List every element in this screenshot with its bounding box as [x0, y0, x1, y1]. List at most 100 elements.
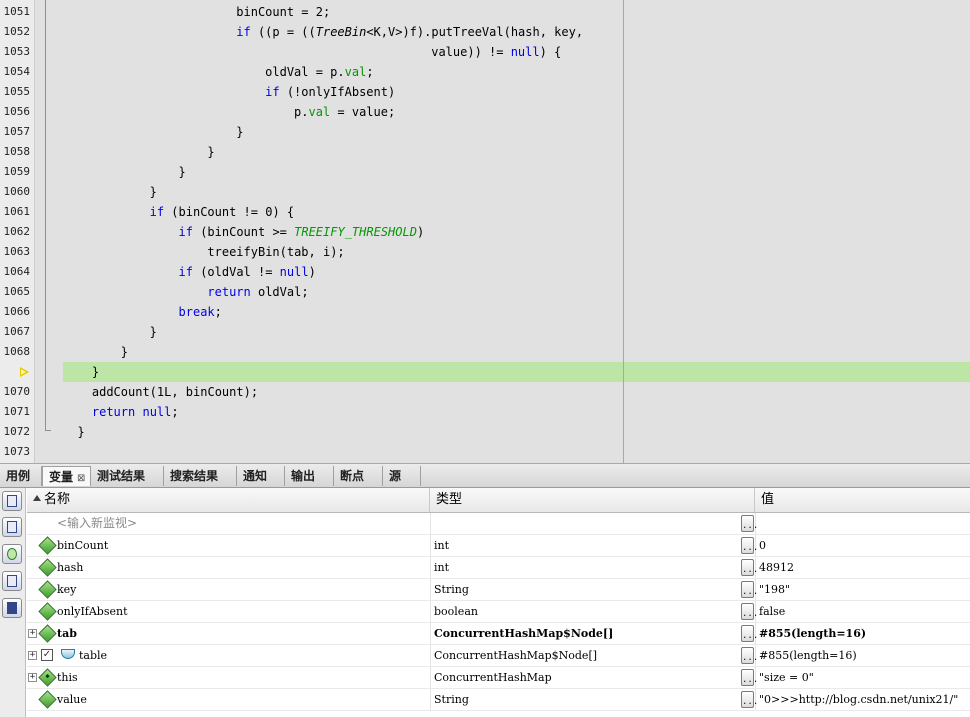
code-text: } — [150, 182, 157, 202]
edit-value-button[interactable]: ... — [741, 603, 758, 620]
edit-value-button[interactable]: ... — [741, 625, 758, 642]
variable-icon — [38, 624, 57, 643]
code-token: if — [265, 85, 280, 99]
tab-8[interactable]: 源 — [383, 466, 421, 486]
code-line: 1063 treeifyBin(tab, i); — [0, 242, 970, 262]
variable-type: int — [434, 561, 450, 574]
code-token: <K,V>)f).putTreeVal(hash, key, — [366, 25, 584, 39]
line-number: 1070 — [3, 385, 31, 398]
code-line: 1072} — [0, 422, 970, 442]
output-tab-bar: 用例 变量 ⊠ 测试结果 搜索结果 通知 输出 断点源 — [0, 464, 970, 488]
code-text: binCount = 2; — [236, 2, 330, 22]
line-number: 1071 — [3, 405, 31, 418]
watch-checkbox[interactable]: ✓ — [41, 649, 53, 661]
tab-2[interactable]: 变量 ⊠ — [42, 466, 91, 486]
column-header-name[interactable]: 名称 — [27, 488, 430, 512]
show-values-button[interactable] — [2, 598, 22, 618]
edit-value-button[interactable]: ... — [741, 581, 758, 598]
this-icon — [38, 668, 57, 687]
variable-value[interactable]: "size = 0" — [759, 667, 969, 688]
new-watch-placeholder[interactable]: <输入新监视> — [57, 513, 427, 534]
column-divider — [430, 623, 431, 644]
variable-row-binCount[interactable]: binCount int 0... — [27, 535, 970, 557]
edit-value-button[interactable]: ... — [741, 691, 758, 708]
code-token: if — [178, 265, 193, 279]
code-line: 1068} — [0, 342, 970, 362]
show-static-button[interactable] — [2, 517, 22, 537]
expand-icon[interactable]: + — [28, 651, 37, 660]
variable-value[interactable]: "0>>>http://blog.csdn.net/unix21/" — [759, 689, 969, 710]
line-number: 1052 — [3, 25, 31, 38]
line-number: 1061 — [3, 205, 31, 218]
code-token: val — [344, 65, 367, 79]
code-line: 1056 p.val = value; — [0, 102, 970, 122]
line-number: 1073 — [3, 445, 31, 458]
code-line: 1073 — [0, 442, 970, 462]
code-text: } — [77, 422, 84, 442]
line-number: 1068 — [3, 345, 31, 358]
edit-value-button[interactable]: ... — [741, 647, 758, 664]
code-line: 1067} — [0, 322, 970, 342]
edit-value-button[interactable]: ... — [741, 537, 758, 554]
edit-value-button[interactable]: ... — [741, 515, 758, 532]
variable-row-hash[interactable]: hash int 48912... — [27, 557, 970, 579]
tab-close-icon[interactable]: ⊠ — [77, 473, 85, 484]
column-divider — [430, 689, 431, 710]
variable-name: tab — [57, 627, 77, 640]
code-text: if (binCount >= TREEIFY_THRESHOLD) — [179, 222, 425, 242]
code-line: 1061 if (binCount != 0) { — [0, 202, 970, 222]
code-token: = value; — [330, 105, 396, 119]
line-number: 1063 — [3, 245, 31, 258]
edit-value-button[interactable]: ... — [741, 669, 758, 686]
code-token: p. — [294, 105, 309, 119]
tab-5[interactable]: 通知 — [237, 466, 285, 486]
tab-label: 测试结果 — [97, 469, 146, 483]
edit-value-button[interactable]: ... — [741, 559, 758, 576]
code-line: 1055 if (!onlyIfAbsent) — [0, 82, 970, 102]
variable-value[interactable]: #855(length=16) — [759, 645, 969, 666]
tab-4[interactable]: 搜索结果 — [164, 466, 237, 486]
code-line: 1062 if (binCount >= TREEIFY_THRESHOLD) — [0, 222, 970, 242]
show-classes-button[interactable] — [2, 571, 22, 591]
variable-value[interactable]: 0 — [759, 535, 969, 556]
variable-type: ConcurrentHashMap — [434, 671, 552, 684]
variable-row-value[interactable]: value String "0>>>http://blog.csdn.net/uni… — [27, 689, 970, 711]
expand-icon[interactable]: + — [28, 673, 37, 682]
line-number: 1051 — [3, 5, 31, 18]
code-token: (binCount >= — [192, 225, 295, 239]
column-divider — [430, 557, 431, 578]
variable-name: onlyIfAbsent — [57, 605, 128, 618]
tab-3[interactable]: 测试结果 — [91, 466, 164, 486]
expand-icon[interactable]: + — [28, 629, 37, 638]
new-watch-row[interactable]: <输入新监视>... — [27, 513, 970, 535]
code-text: if (binCount != 0) { — [150, 202, 295, 222]
variable-value[interactable]: #855(length=16) — [759, 623, 969, 644]
program-counter-arrow-icon — [20, 367, 29, 377]
variable-icon — [38, 558, 57, 577]
line-number: 1058 — [3, 145, 31, 158]
column-header-type[interactable]: 类型 — [430, 488, 755, 512]
column-header-value[interactable]: 值 — [755, 488, 970, 512]
code-line: 1070 addCount(1L, binCount); — [0, 382, 970, 402]
variable-row-tab[interactable]: + tab ConcurrentHashMap$Node[] #855(length=… — [27, 623, 970, 645]
variable-value[interactable]: false — [759, 601, 969, 622]
values-icon — [7, 602, 17, 614]
tab-1[interactable]: 用例 — [0, 466, 42, 486]
variable-row-this[interactable]: + this ConcurrentHashMap "size = 0"... — [27, 667, 970, 689]
code-editor[interactable]: 1051 binCount = 2; 1052 if ((p = ((TreeBin<… — [0, 0, 970, 464]
show-inherited-button[interactable] — [2, 544, 22, 564]
tab-6[interactable]: 输出 — [285, 466, 334, 486]
variable-value[interactable]: "198" — [759, 579, 969, 600]
variable-value[interactable]: 48912 — [759, 557, 969, 578]
tab-7[interactable]: 断点 — [334, 466, 383, 486]
static-fields-icon — [7, 521, 17, 533]
variable-row-table[interactable]: + ✓ table ConcurrentHashMap$Node[] #855(leng… — [27, 645, 970, 667]
code-line: 1053 value)) != null) { — [0, 42, 970, 62]
new-watch-button[interactable] — [2, 491, 22, 511]
variable-row-onlyIfAbsent[interactable]: onlyIfAbsent boolean false... — [27, 601, 970, 623]
line-number: 1055 — [3, 85, 31, 98]
variable-icon — [38, 690, 57, 709]
variable-row-key[interactable]: key String "198"... — [27, 579, 970, 601]
code-text: value)) != null) { — [431, 42, 561, 62]
code-token: TREEIFY_THRESHOLD — [294, 225, 417, 239]
